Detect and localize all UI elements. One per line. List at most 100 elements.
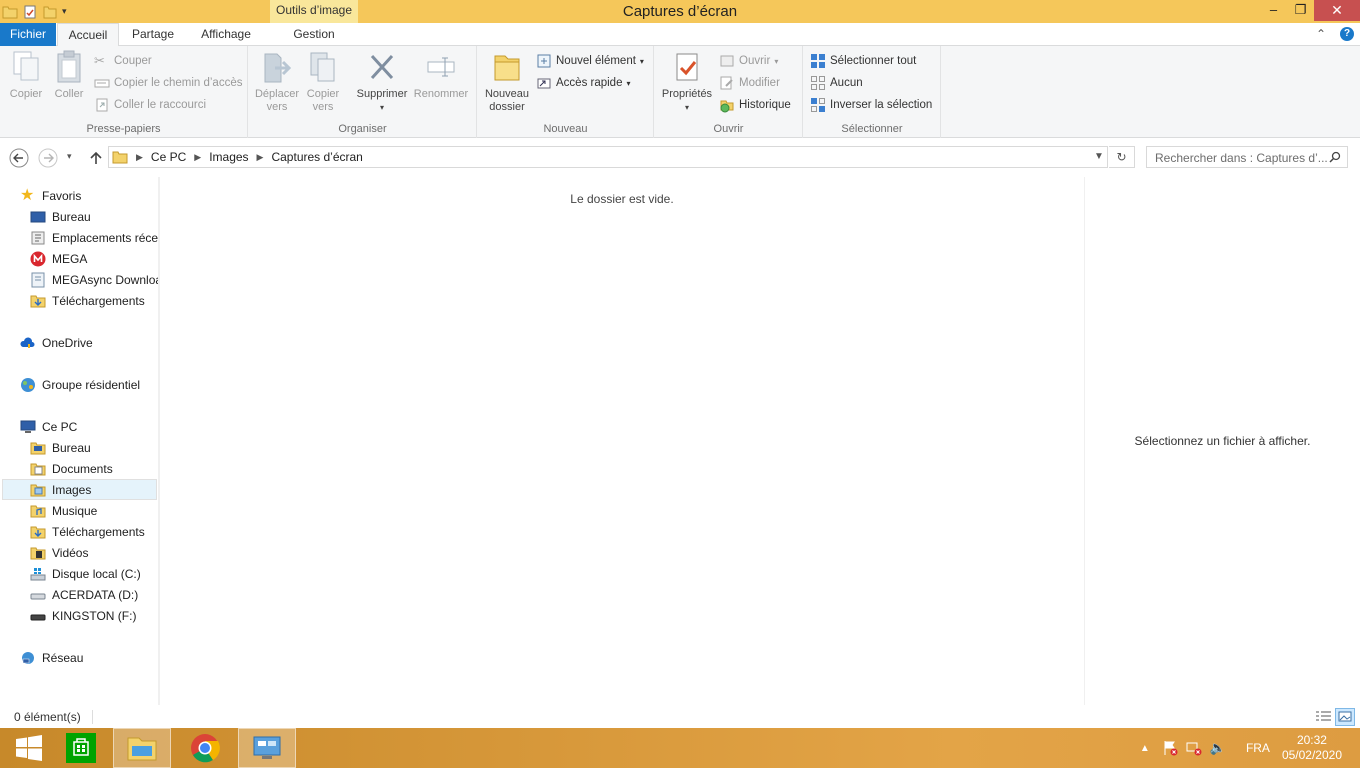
show-hidden-icons-icon[interactable]: ▲: [1140, 743, 1150, 754]
input-language[interactable]: FRA: [1246, 741, 1270, 755]
copy-to-icon: [310, 52, 335, 82]
nav-fav-desktop[interactable]: Bureau: [30, 206, 158, 227]
nav-onedrive[interactable]: OneDrive: [20, 332, 93, 353]
chevron-right-icon[interactable]: ▶: [194, 152, 201, 163]
history-button[interactable]: Historique: [719, 96, 791, 114]
new-folder-button[interactable]: Nouveau dossier: [482, 50, 532, 114]
start-button[interactable]: [0, 728, 58, 768]
up-arrow-icon[interactable]: [86, 148, 106, 168]
paste-button[interactable]: Coller: [49, 50, 89, 101]
easy-access-dropdown-icon: ▾: [626, 78, 631, 88]
easy-access-button[interactable]: Accès rapide ▾: [536, 74, 631, 92]
select-all-button[interactable]: Sélectionner tout: [810, 52, 916, 70]
tab-file[interactable]: Fichier: [0, 23, 56, 46]
taskbar-file-explorer[interactable]: [113, 728, 171, 768]
details-view-icon[interactable]: [1313, 708, 1333, 726]
tab-share[interactable]: Partage: [121, 23, 185, 46]
minimize-button[interactable]: –: [1260, 0, 1287, 21]
network-status-icon[interactable]: [1186, 740, 1202, 756]
nav-label: Téléchargements: [52, 524, 145, 539]
clock[interactable]: 20:32 05/02/2020: [1282, 733, 1342, 763]
nav-pc-downloads[interactable]: Téléchargements: [30, 521, 158, 542]
copy-to-button[interactable]: Copier vers: [301, 50, 345, 114]
select-none-button[interactable]: Aucun: [810, 74, 863, 92]
nav-favorites[interactable]: ★ Favoris: [20, 185, 81, 206]
nav-pc-images[interactable]: Images: [2, 479, 157, 500]
rename-button[interactable]: Renommer: [412, 50, 470, 101]
nav-homegroup[interactable]: Groupe résidentiel: [20, 374, 140, 395]
nav-fav-megasync[interactable]: MEGAsync Downloads: [30, 269, 158, 290]
open-icon: [720, 55, 734, 67]
nav-pc-documents[interactable]: Documents: [30, 458, 158, 479]
nav-label: Téléchargements: [52, 293, 145, 308]
downloads-folder-icon: [30, 295, 46, 307]
restore-button[interactable]: ❐: [1287, 0, 1314, 21]
action-center-flag-icon[interactable]: [1162, 740, 1178, 756]
new-folder-label-2: dossier: [489, 101, 525, 113]
breadcrumb-screenshots[interactable]: Captures d’écran: [271, 150, 362, 164]
volume-icon[interactable]: 🔈: [1210, 740, 1226, 756]
new-item-label: Nouvel élément: [556, 55, 636, 67]
chevron-right-icon[interactable]: ▶: [257, 152, 264, 163]
properties-button[interactable]: Propriétés ▾: [659, 50, 715, 114]
nav-pc-desktop[interactable]: Bureau: [30, 437, 158, 458]
properties-dropdown-icon[interactable]: ▾: [659, 101, 715, 114]
new-folder-icon: [494, 55, 520, 81]
nav-pc-drive-c[interactable]: Disque local (C:): [30, 563, 158, 584]
breadcrumb-images[interactable]: Images: [209, 150, 248, 164]
taskbar-chrome[interactable]: [176, 728, 234, 768]
paste-shortcut-button[interactable]: Coller le raccourci: [94, 96, 206, 114]
refresh-button[interactable]: ↻: [1109, 146, 1135, 168]
tab-view[interactable]: Affichage: [190, 23, 262, 46]
copy-to-label: Copier: [306, 88, 340, 100]
new-item-button[interactable]: Nouvel élément ▾: [536, 52, 644, 70]
nav-pc-drive-f[interactable]: KINGSTON (F:): [30, 605, 158, 626]
help-icon[interactable]: ?: [1340, 27, 1354, 41]
desktop-icon: [30, 211, 46, 222]
nav-this-pc[interactable]: Ce PC: [20, 416, 77, 437]
delete-dropdown-icon[interactable]: ▾: [353, 101, 411, 114]
nav-fav-recent[interactable]: Emplacements récents: [30, 227, 158, 248]
tab-manage[interactable]: Gestion: [271, 23, 357, 46]
taskbar-store[interactable]: [52, 728, 110, 768]
nav-fav-downloads[interactable]: Téléchargements: [30, 290, 158, 311]
address-dropdown-icon[interactable]: ▼: [1090, 146, 1108, 168]
invert-selection-button[interactable]: Inverser la sélection: [810, 96, 932, 114]
hard-drive-icon: [30, 593, 46, 599]
copy-button[interactable]: Copier: [6, 50, 46, 101]
cut-button[interactable]: ✂ Couper: [94, 52, 152, 70]
new-group-label: Nouveau: [543, 123, 588, 135]
nav-label: Bureau: [52, 209, 91, 224]
new-folder-label: Nouveau: [484, 88, 530, 100]
open-button[interactable]: Ouvrir ▾: [719, 52, 778, 70]
file-list[interactable]: Le dossier est vide.: [160, 177, 1084, 705]
tab-home[interactable]: Accueil: [57, 23, 119, 47]
music-folder-icon: [30, 505, 46, 517]
documents-folder-icon: [30, 463, 46, 475]
nav-network[interactable]: Réseau: [20, 647, 83, 668]
forward-icon[interactable]: [38, 148, 58, 168]
nav-fav-mega[interactable]: MEGA: [30, 248, 158, 269]
large-icons-view-icon[interactable]: [1335, 708, 1355, 726]
nav-label: Documents: [52, 461, 113, 476]
close-button[interactable]: ✕: [1314, 0, 1360, 21]
chevron-right-icon[interactable]: ▶: [136, 152, 143, 163]
nav-pc-videos[interactable]: Vidéos: [30, 542, 158, 563]
nav-pc-music[interactable]: Musique: [30, 500, 158, 521]
search-input[interactable]: Rechercher dans : Captures d’...: [1146, 146, 1348, 168]
delete-button[interactable]: Supprimer ▾: [353, 50, 411, 114]
scissors-icon: ✂: [94, 53, 105, 68]
new-item-dropdown-icon: ▾: [639, 56, 644, 66]
nav-pc-drive-d[interactable]: ACERDATA (D:): [30, 584, 158, 605]
breadcrumb-this-pc[interactable]: Ce PC: [151, 150, 186, 164]
back-icon[interactable]: [9, 148, 29, 168]
taskbar-control-panel[interactable]: [238, 728, 296, 768]
collapse-ribbon-icon[interactable]: ⌃: [1316, 27, 1326, 41]
copy-path-button[interactable]: Copier le chemin d’accès: [94, 74, 242, 92]
nav-label: Groupe résidentiel: [42, 377, 141, 392]
recent-locations-icon[interactable]: ▾: [67, 151, 72, 162]
edit-button[interactable]: Modifier: [719, 74, 780, 92]
copy-to-label-2: vers: [312, 101, 334, 113]
open-group-label: Ouvrir: [713, 123, 744, 135]
move-to-button[interactable]: Déplacer vers: [253, 50, 301, 114]
